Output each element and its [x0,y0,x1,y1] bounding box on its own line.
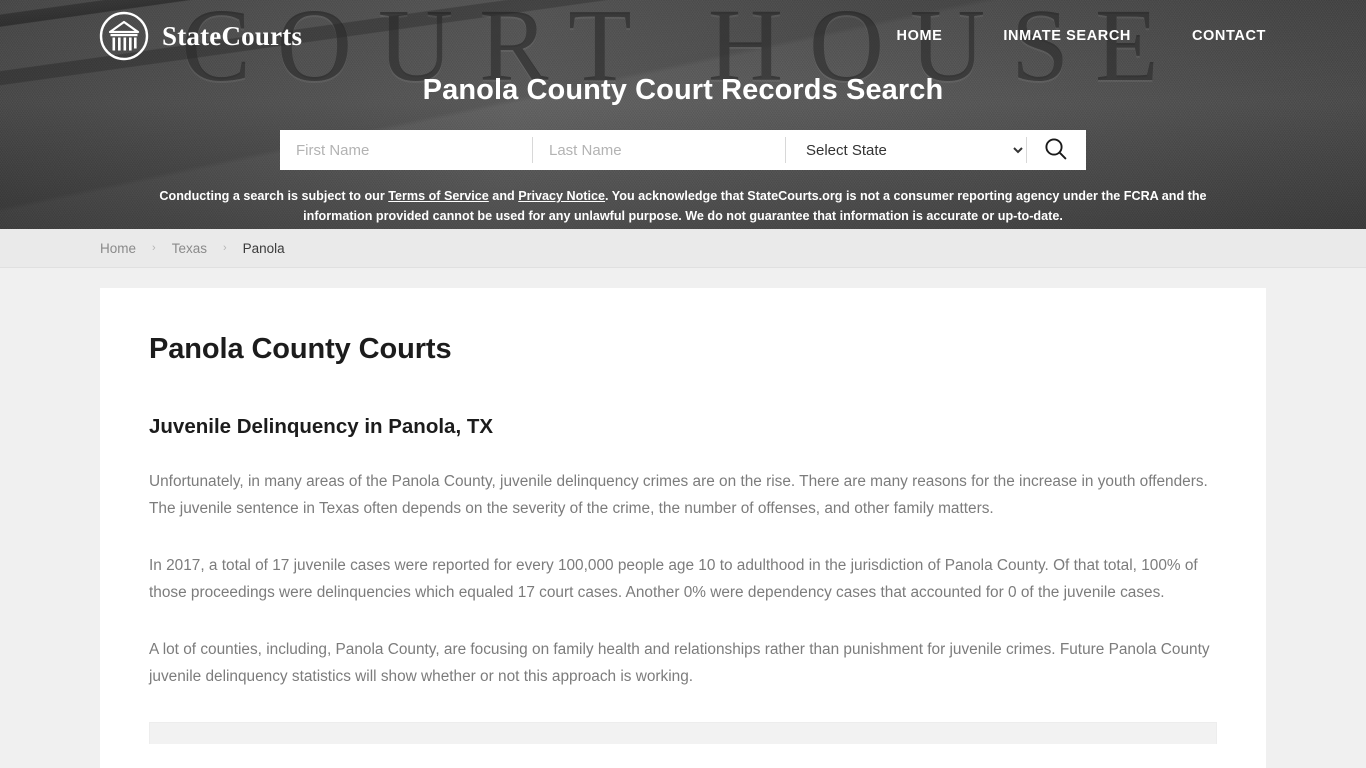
brand-name: StateCourts [162,20,303,51]
chevron-right-icon: › [222,241,227,254]
first-name-input[interactable] [280,130,532,170]
breadcrumb: Home › Texas › Panola [100,241,285,256]
search-disclaimer: Conducting a search is subject to our Te… [133,187,1233,226]
privacy-notice-link[interactable]: Privacy Notice [518,189,605,203]
breadcrumb-bar: Home › Texas › Panola [0,229,1366,268]
nav-home[interactable]: HOME [897,28,943,44]
brand-logo-link[interactable]: StateCourts [99,11,302,61]
courts-table-header [149,721,1217,744]
section-title: Juvenile Delinquency in Panola, TX [149,415,494,438]
magnifier-icon [1043,136,1069,165]
hero-banner: COURT HOUSE StateCourts [0,0,1366,229]
disclaimer-text-2: and [488,189,519,203]
terms-of-service-link[interactable]: Terms of Service [388,189,489,203]
disclaimer-text-1: Conducting a search is subject to our [159,189,389,203]
breadcrumb-item-texas[interactable]: Texas [172,241,207,256]
page-body: Panola County Courts Juvenile Delinquenc… [0,288,1366,768]
state-select[interactable]: Select State [786,130,1026,170]
hero-title: Panola County Court Records Search [422,74,944,106]
breadcrumb-item-home[interactable]: Home [100,241,136,256]
main-navigation: HOME INMATE SEARCH CONTACT [897,28,1266,44]
content-card: Panola County Courts Juvenile Delinquenc… [100,288,1266,768]
nav-contact[interactable]: CONTACT [1192,28,1266,44]
courthouse-circle-icon [99,11,149,61]
breadcrumb-item-panola: Panola [242,240,285,256]
site-header: StateCourts HOME INMATE SEARCH CONTACT [0,0,1366,72]
nav-inmate-search[interactable]: INMATE SEARCH [1003,28,1131,44]
paragraph-intro: Unfortunately, in many areas of the Pano… [149,473,1208,518]
page-title: Panola County Courts [149,333,452,365]
paragraph-outlook: A lot of counties, including, Panola Cou… [149,640,1210,686]
last-name-input[interactable] [533,130,785,170]
search-button[interactable] [1027,130,1085,170]
paragraph-statistics: In 2017, a total of 17 juvenile cases we… [149,556,1198,602]
search-form: Select State [280,130,1086,170]
chevron-right-icon: › [152,241,156,254]
